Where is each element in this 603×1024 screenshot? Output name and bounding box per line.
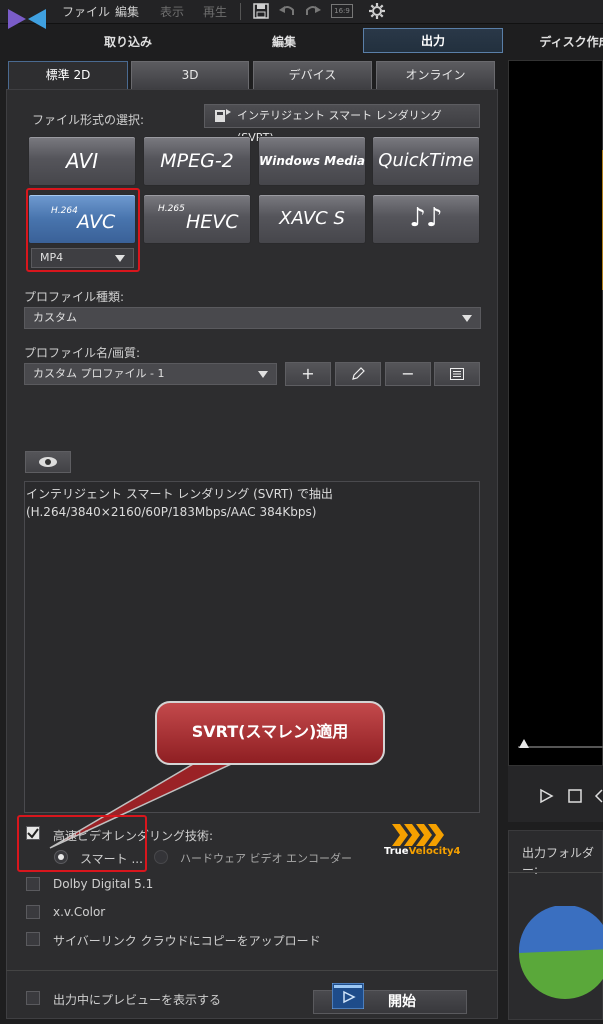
format-wmv-label: Windows Media bbox=[259, 154, 366, 168]
app-logo-icon bbox=[8, 9, 46, 33]
truevelocity-text-a: True bbox=[384, 846, 409, 857]
truevelocity-logo-icon bbox=[392, 824, 444, 846]
format-hevc-button[interactable]: H.265 HEVC bbox=[143, 194, 251, 244]
format-wmv-button[interactable]: Windows Media bbox=[258, 136, 366, 186]
show-preview-label: 出力中にプレビューを表示する bbox=[53, 993, 222, 1007]
edit-profile-button[interactable] bbox=[335, 362, 381, 386]
format-audio-button[interactable]: ♪♪ bbox=[372, 194, 480, 244]
timeline-slider-handle[interactable] bbox=[518, 738, 530, 750]
format-avi-button[interactable]: AVI bbox=[28, 136, 136, 186]
stop-icon[interactable] bbox=[568, 789, 582, 803]
nav-tab-disc[interactable]: ディスク作成 bbox=[520, 30, 603, 55]
dolby-label: Dolby Digital 5.1 bbox=[53, 877, 154, 891]
truevelocity-logo-text: TrueVelocity4 bbox=[384, 846, 460, 857]
menu-divider bbox=[240, 3, 241, 20]
svrt-button[interactable]: インテリジェント スマート レンダリング (SVRT) bbox=[204, 104, 480, 144]
format-quicktime-button[interactable]: QuickTime bbox=[372, 136, 480, 186]
dolby-checkbox[interactable] bbox=[26, 877, 40, 891]
cloud-upload-label: サイバーリンク クラウドにコピーをアップロード bbox=[53, 934, 321, 948]
format-audio-music-icon: ♪♪ bbox=[409, 203, 443, 233]
hw-encoder-label: ハードウェア ビデオ エンコーダー bbox=[180, 852, 352, 865]
tab-device[interactable]: デバイス bbox=[253, 61, 372, 89]
xvcolor-checkbox[interactable] bbox=[26, 905, 40, 919]
chevron-down-icon bbox=[462, 315, 472, 322]
format-quicktime-label: QuickTime bbox=[378, 150, 474, 171]
preview-window bbox=[508, 60, 603, 766]
bottom-divider bbox=[6, 970, 498, 971]
profile-type-value: カスタム bbox=[33, 311, 77, 324]
format-hevc-label: HEVC bbox=[186, 211, 239, 233]
show-preview-checkbox[interactable] bbox=[26, 991, 40, 1005]
info-line-2: (H.264/3840×2160/60P/183Mbps/AAC 384Kbps… bbox=[26, 505, 317, 519]
smart-render-highlight-box bbox=[17, 815, 147, 872]
chevron-down-icon bbox=[258, 371, 268, 378]
save-icon[interactable] bbox=[252, 2, 270, 20]
eye-icon bbox=[39, 457, 57, 467]
format-hevc-codec: H.265 bbox=[158, 204, 185, 214]
truevelocity-text-b: Velocity4 bbox=[408, 846, 461, 857]
format-xavc-button[interactable]: XAVC S bbox=[258, 194, 366, 244]
add-profile-button[interactable]: + bbox=[285, 362, 331, 386]
tab-standard-2d[interactable]: 標準 2D bbox=[8, 61, 128, 89]
format-mpeg2-label: MPEG-2 bbox=[160, 150, 234, 172]
start-button-label: 開始 bbox=[388, 994, 416, 1010]
plus-icon: + bbox=[301, 364, 315, 383]
profile-name-label: プロファイル名/画質: bbox=[24, 346, 141, 360]
output-film-icon bbox=[332, 983, 364, 1009]
profile-type-dropdown[interactable]: カスタム bbox=[24, 307, 481, 329]
timeline-track bbox=[518, 746, 603, 748]
file-format-label: ファイル形式の選択: bbox=[32, 113, 145, 127]
list-details-icon bbox=[450, 368, 464, 380]
format-avi-label: AVI bbox=[65, 149, 99, 173]
info-line-1: インテリジェント スマート レンダリング (SVRT) で抽出 bbox=[26, 487, 333, 501]
nav-tab-edit[interactable]: 編集 bbox=[214, 30, 354, 55]
nav-tab-capture[interactable]: 取り込み bbox=[58, 30, 198, 55]
output-divider bbox=[508, 872, 603, 873]
profile-type-label: プロファイル種類: bbox=[24, 290, 125, 304]
profile-name-value: カスタム プロファイル - 1 bbox=[33, 367, 165, 380]
settings-gear-icon[interactable] bbox=[368, 2, 386, 20]
profile-details-button[interactable] bbox=[434, 362, 480, 386]
callout-text: SVRT(スマレン)適用 bbox=[191, 722, 349, 741]
xvcolor-label: x.v.Color bbox=[53, 905, 106, 919]
minus-icon: − bbox=[401, 364, 415, 383]
hw-encoder-radio[interactable] bbox=[154, 850, 168, 864]
profile-name-dropdown[interactable]: カスタム プロファイル - 1 bbox=[24, 363, 277, 385]
preview-eye-button[interactable] bbox=[25, 451, 71, 473]
menu-file[interactable]: ファイル bbox=[62, 3, 110, 20]
playback-controls bbox=[508, 766, 603, 822]
nav-tab-output[interactable]: 出力 bbox=[363, 28, 503, 53]
avc-highlight-box bbox=[26, 188, 140, 272]
format-mpeg2-button[interactable]: MPEG-2 bbox=[143, 136, 251, 186]
pencil-icon bbox=[352, 367, 365, 380]
aspect-ratio-button[interactable]: 16:9 bbox=[331, 4, 353, 18]
previous-frame-icon[interactable] bbox=[594, 789, 603, 803]
menu-view[interactable]: 表示 bbox=[160, 3, 184, 20]
menu-play[interactable]: 再生 bbox=[203, 3, 227, 20]
cloud-upload-checkbox[interactable] bbox=[26, 932, 40, 946]
remove-profile-button[interactable]: − bbox=[385, 362, 431, 386]
disk-space-pie-chart bbox=[518, 906, 603, 999]
format-xavc-label: XAVC S bbox=[279, 208, 345, 229]
tab-3d[interactable]: 3D bbox=[131, 61, 249, 89]
svrt-icon bbox=[215, 109, 231, 122]
tab-online[interactable]: オンライン bbox=[376, 61, 495, 89]
redo-icon[interactable] bbox=[304, 2, 322, 20]
menu-edit[interactable]: 編集 bbox=[115, 3, 139, 20]
undo-icon[interactable] bbox=[278, 2, 296, 20]
play-icon[interactable] bbox=[538, 788, 554, 804]
aspect-ratio-label: 16:9 bbox=[334, 7, 350, 15]
